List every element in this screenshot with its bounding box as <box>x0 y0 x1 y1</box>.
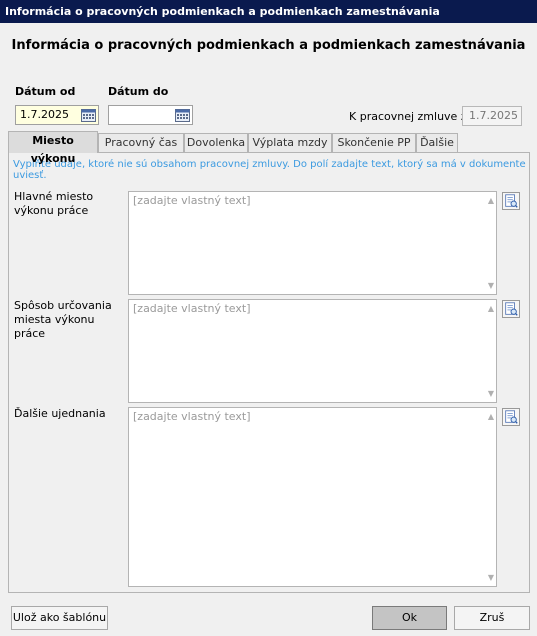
calendar-icon[interactable] <box>81 108 96 122</box>
scrollbar[interactable]: ▲ ▼ <box>482 192 496 294</box>
ok-button[interactable]: Ok <box>372 606 447 630</box>
scroll-down-icon[interactable]: ▼ <box>488 281 494 290</box>
page-title: Informácia o pracovných podmienkach a po… <box>11 38 526 53</box>
main-place-placeholder: [zadajte vlastný text] <box>133 194 251 207</box>
window-title: Informácia o pracovných podmienkach a po… <box>5 5 440 18</box>
field-label-main-place: Hlavné miesto výkonu práce <box>14 190 94 217</box>
template-picker-icon[interactable] <box>502 300 520 318</box>
tab-skoncenie-pp[interactable]: Skončenie PP <box>332 133 416 152</box>
main-place-textarea[interactable]: [zadajte vlastný text] ▲ ▼ <box>128 191 497 295</box>
scroll-down-icon[interactable]: ▼ <box>488 573 494 582</box>
save-template-button[interactable]: Ulož ako šablónu <box>11 606 108 630</box>
tab-vyplata-mzdy[interactable]: Výplata mzdy <box>248 133 332 152</box>
template-picker-icon[interactable] <box>502 408 520 426</box>
date-to-label: Dátum do <box>108 85 169 98</box>
place-method-textarea[interactable]: [zadajte vlastný text] ▲ ▼ <box>128 299 497 403</box>
other-arrangements-placeholder: [zadajte vlastný text] <box>133 410 251 423</box>
date-from-label: Dátum od <box>15 85 76 98</box>
tab-dalsie[interactable]: Ďalšie <box>416 133 458 152</box>
date-to-field[interactable] <box>108 105 193 125</box>
window-titlebar: Informácia o pracovných podmienkach a po… <box>0 0 537 23</box>
place-method-placeholder: [zadajte vlastný text] <box>133 302 251 315</box>
hint-text: Vyplňte údaje, ktoré nie sú obsahom prac… <box>13 159 526 181</box>
scrollbar[interactable]: ▲ ▼ <box>482 300 496 402</box>
other-arrangements-textarea[interactable]: [zadajte vlastný text] ▲ ▼ <box>128 407 497 587</box>
contract-date-field: 1.7.2025 <box>462 106 522 126</box>
field-label-place-method: Spôsob určovania miesta výkonu práce <box>14 299 112 340</box>
scrollbar[interactable]: ▲ ▼ <box>482 408 496 586</box>
date-from-field[interactable]: 1.7.2025 <box>15 105 99 125</box>
tab-pracovny-cas[interactable]: Pracovný čas <box>98 133 184 152</box>
cancel-button[interactable]: Zruš <box>454 606 530 630</box>
dialog-window: Informácia o pracovných podmienkach a po… <box>0 23 537 636</box>
scroll-up-icon[interactable]: ▲ <box>488 304 494 313</box>
calendar-icon[interactable] <box>175 108 190 122</box>
tab-dovolenka[interactable]: Dovolenka <box>184 133 248 152</box>
date-from-value: 1.7.2025 <box>20 108 69 121</box>
scroll-down-icon[interactable]: ▼ <box>488 389 494 398</box>
tab-panel: Vyplňte údaje, ktoré nie sú obsahom prac… <box>8 152 530 593</box>
scroll-up-icon[interactable]: ▲ <box>488 412 494 421</box>
tab-miesto-vykonu[interactable]: Miesto výkonu <box>8 131 98 165</box>
scroll-up-icon[interactable]: ▲ <box>488 196 494 205</box>
template-picker-icon[interactable] <box>502 192 520 210</box>
field-label-other-arrangements: Ďalšie ujednania <box>14 407 106 420</box>
contract-date-label: K pracovnej zmluve z <box>349 110 467 123</box>
